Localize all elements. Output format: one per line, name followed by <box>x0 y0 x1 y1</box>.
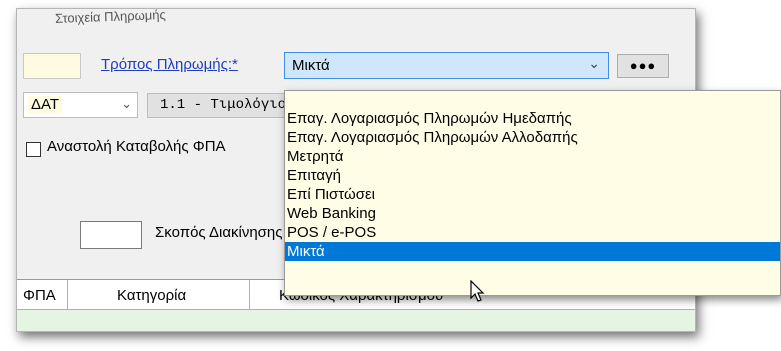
dropdown-option[interactable]: Επιταγή <box>285 166 780 185</box>
more-options-button[interactable]: ●●● <box>617 54 669 78</box>
dispatch-select[interactable]: ΔΑΤ ⌄ <box>23 92 138 118</box>
small-input-field[interactable] <box>80 221 142 249</box>
vat-suspension-label: Αναστολή Καταβολής ΦΠΑ <box>47 138 226 155</box>
dropdown-list: Επαγ. Λογαριασμός Πληρωμών Ημεδαπής Επαγ.… <box>285 109 780 261</box>
dropdown-option[interactable]: Μετρητά <box>285 147 780 166</box>
payment-method-dropdown[interactable]: Επαγ. Λογαριασμός Πληρωμών Ημεδαπής Επαγ.… <box>284 90 781 296</box>
amount-field[interactable] <box>23 53 81 79</box>
invoice-type-select[interactable]: 1.1 - Τιμολόγιο <box>147 93 307 118</box>
dropdown-option[interactable]: Επαγ. Λογαριασμός Πληρωμών Ημεδαπής <box>285 109 780 128</box>
chevron-down-icon[interactable]: ⌄ <box>588 55 600 72</box>
column-divider <box>67 280 68 310</box>
column-header-vat[interactable]: ΦΠΑ <box>23 287 56 304</box>
payment-method-label[interactable]: Τρόπος Πληρωμής:* <box>101 56 238 73</box>
table-row[interactable] <box>17 309 695 331</box>
invoice-type-value: 1.1 - Τιμολόγιο <box>160 97 287 113</box>
column-header-category[interactable]: Κατηγορία <box>117 287 186 304</box>
dropdown-option[interactable]: POS / e-POS <box>285 223 780 242</box>
dropdown-option[interactable]: Μικτά <box>285 242 780 261</box>
mouse-cursor-icon <box>470 280 485 302</box>
column-divider <box>249 280 250 310</box>
section-header-text: Στοιχεία Πληρωμής <box>54 8 167 26</box>
dropdown-option[interactable]: Επί Πιστώσει <box>285 185 780 204</box>
chevron-down-icon[interactable]: ⌄ <box>121 96 132 112</box>
payment-method-value: Μικτά <box>292 57 330 74</box>
dropdown-option[interactable]: Web Banking <box>285 204 780 223</box>
vat-suspension-checkbox[interactable] <box>26 142 41 157</box>
payment-method-select[interactable]: Μικτά ⌄ <box>284 52 609 79</box>
dropdown-option[interactable]: Επαγ. Λογαριασμός Πληρωμών Αλλοδαπής <box>285 128 780 147</box>
dispatch-value: ΔΑΤ <box>28 96 63 113</box>
movement-purpose-label: Σκοπός Διακίνησης <box>155 224 283 241</box>
